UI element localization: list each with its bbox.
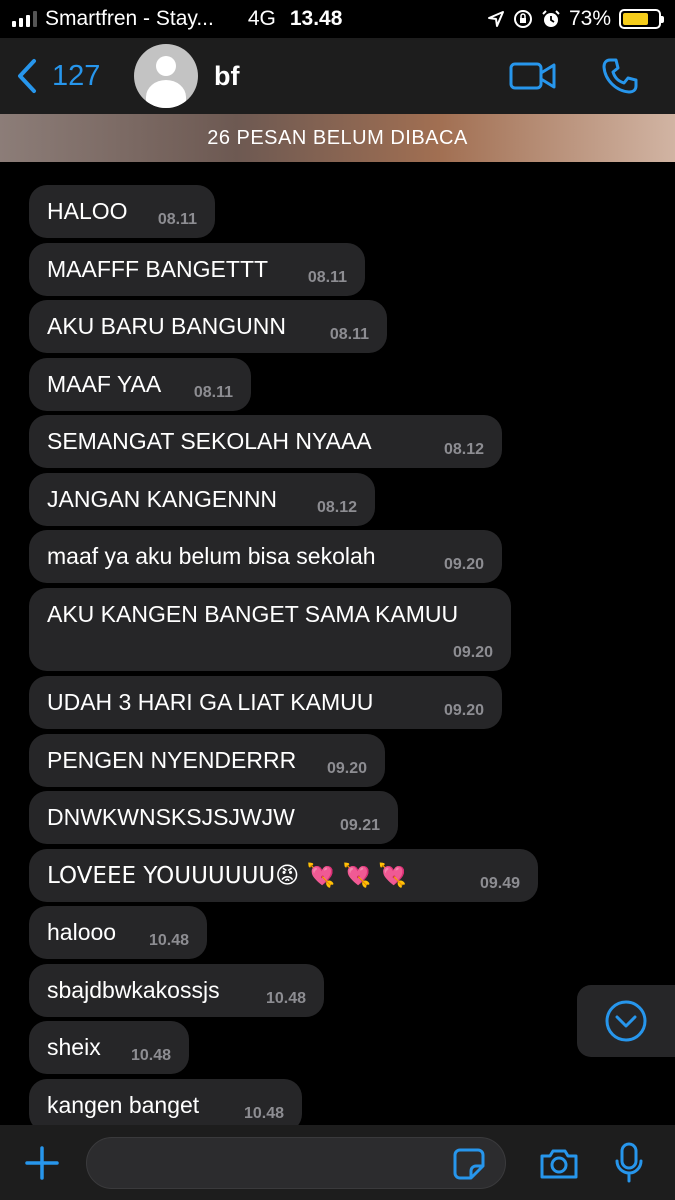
- plus-icon[interactable]: [24, 1145, 60, 1181]
- microphone-icon[interactable]: [613, 1141, 645, 1185]
- message-input-bar: [0, 1125, 675, 1200]
- battery-icon: [619, 9, 664, 29]
- alarm-icon: [542, 10, 560, 27]
- message-time: 09.49: [479, 875, 520, 892]
- message-text: MAAFFF BANGETTT: [47, 256, 269, 282]
- message-bubble[interactable]: SEMANGAT SEKOLAH NYAAA 08.12: [29, 415, 502, 468]
- message-text: PENGEN NYENDERRR: [47, 747, 297, 773]
- message-time: 09.20: [443, 702, 484, 719]
- message-text: sheix: [47, 1034, 101, 1060]
- message-bubble[interactable]: PENGEN NYENDERRR 09.20: [29, 734, 385, 787]
- message-input[interactable]: [86, 1137, 506, 1189]
- message-text: MAAF YAA: [47, 371, 162, 397]
- message-bubble[interactable]: MAAF YAA 08.11: [29, 358, 251, 411]
- unread-chats-count: 127: [52, 59, 101, 92]
- message-bubble[interactable]: kangen banget 10.48: [29, 1079, 302, 1125]
- message-time: 08.11: [193, 384, 233, 401]
- message-bubble[interactable]: AKU BARU BANGUNN 08.11: [29, 300, 387, 353]
- message-text: halooo: [47, 919, 117, 945]
- message-text: DNWKWNSKSJSJWJW: [47, 804, 295, 830]
- message-bubble[interactable]: maaf ya aku belum bisa sekolah 09.20: [29, 530, 502, 583]
- status-time: 13.48: [289, 7, 343, 30]
- message-text: HALOO: [47, 198, 128, 224]
- battery-level: [623, 13, 648, 25]
- message-bubble[interactable]: JANGAN KANGENNN 08.12: [29, 473, 375, 526]
- message-text: JANGAN KANGENNN: [47, 486, 278, 512]
- contact-name[interactable]: bf: [214, 61, 239, 92]
- message-text: kangen banget: [47, 1092, 200, 1118]
- message-time: 08.11: [329, 326, 369, 343]
- camera-icon[interactable]: [538, 1147, 580, 1181]
- message-text: sbajdbwkakossjs: [47, 977, 220, 1003]
- message-text: SEMANGAT SEKOLAH NYAAA: [47, 428, 372, 454]
- message-bubble[interactable]: DNWKWNSKSJSJWJW 09.21: [29, 791, 398, 844]
- status-indicators: 73%: [487, 7, 664, 31]
- message-time: 10.48: [148, 932, 189, 949]
- message-bubble[interactable]: halooo 10.48: [29, 906, 207, 959]
- message-time: 09.20: [452, 644, 493, 661]
- sticker-icon[interactable]: [452, 1147, 486, 1181]
- phone-icon[interactable]: [601, 57, 639, 95]
- message-time: 09.21: [339, 817, 380, 834]
- message-text: LOVEEE YOUUUUUU😡 💘 💘 💘: [47, 863, 408, 889]
- message-bubble[interactable]: MAAFFF BANGETTT 08.11: [29, 243, 365, 296]
- avatar[interactable]: [134, 44, 198, 108]
- battery-percent: 73%: [568, 7, 611, 30]
- back-button[interactable]: 127: [16, 58, 134, 94]
- chevron-left-icon: [18, 59, 36, 93]
- message-time: 08.12: [443, 441, 484, 458]
- message-time: 09.20: [443, 556, 484, 573]
- message-text: UDAH 3 HARI GA LIAT KAMUU: [47, 689, 374, 715]
- message-text: AKU BARU BANGUNN: [47, 313, 286, 339]
- scroll-to-bottom-button[interactable]: [577, 985, 675, 1057]
- message-text: maaf ya aku belum bisa sekolah: [47, 543, 376, 569]
- message-bubble[interactable]: AKU KANGEN BANGET SAMA KAMUU 09.20: [29, 588, 511, 671]
- message-bubble[interactable]: sheix 10.48: [29, 1021, 189, 1074]
- chat-header: 127 bf: [0, 38, 675, 114]
- message-list[interactable]: HALOO 08.11 MAAFFF BANGETTT 08.11 AKU BARU…: [0, 163, 675, 1125]
- message-bubble[interactable]: UDAH 3 HARI GA LIAT KAMUU 09.20: [29, 676, 502, 729]
- location-arrow-icon: [487, 11, 504, 27]
- carrier-name: Smartfren - Stay...: [45, 7, 214, 30]
- message-text: AKU KANGEN BANGET SAMA KAMUU: [47, 601, 459, 627]
- cellular-signal-icon: [12, 11, 37, 27]
- network-type: 4G: [247, 7, 276, 30]
- status-bar: Smartfren - Stay... 4G 13.48 73%: [0, 0, 675, 38]
- unread-messages-banner: 26 PESAN BELUM DIBACA: [0, 114, 675, 162]
- message-time: 08.11: [307, 269, 347, 286]
- chevron-down-circle-icon: [605, 1000, 647, 1042]
- message-time: 10.48: [243, 1105, 284, 1122]
- orientation-lock-icon: [513, 10, 532, 28]
- message-time: 08.12: [316, 499, 357, 516]
- video-camera-icon[interactable]: [509, 60, 557, 92]
- message-bubble[interactable]: sbajdbwkakossjs 10.48: [29, 964, 324, 1017]
- message-time: 10.48: [265, 990, 306, 1007]
- message-time: 09.20: [326, 760, 367, 777]
- message-time: 10.48: [130, 1047, 171, 1064]
- message-time: 08.11: [157, 211, 197, 228]
- message-bubble[interactable]: HALOO 08.11: [29, 185, 215, 238]
- message-bubble[interactable]: LOVEEE YOUUUUUU😡 💘 💘 💘 09.49: [29, 849, 538, 902]
